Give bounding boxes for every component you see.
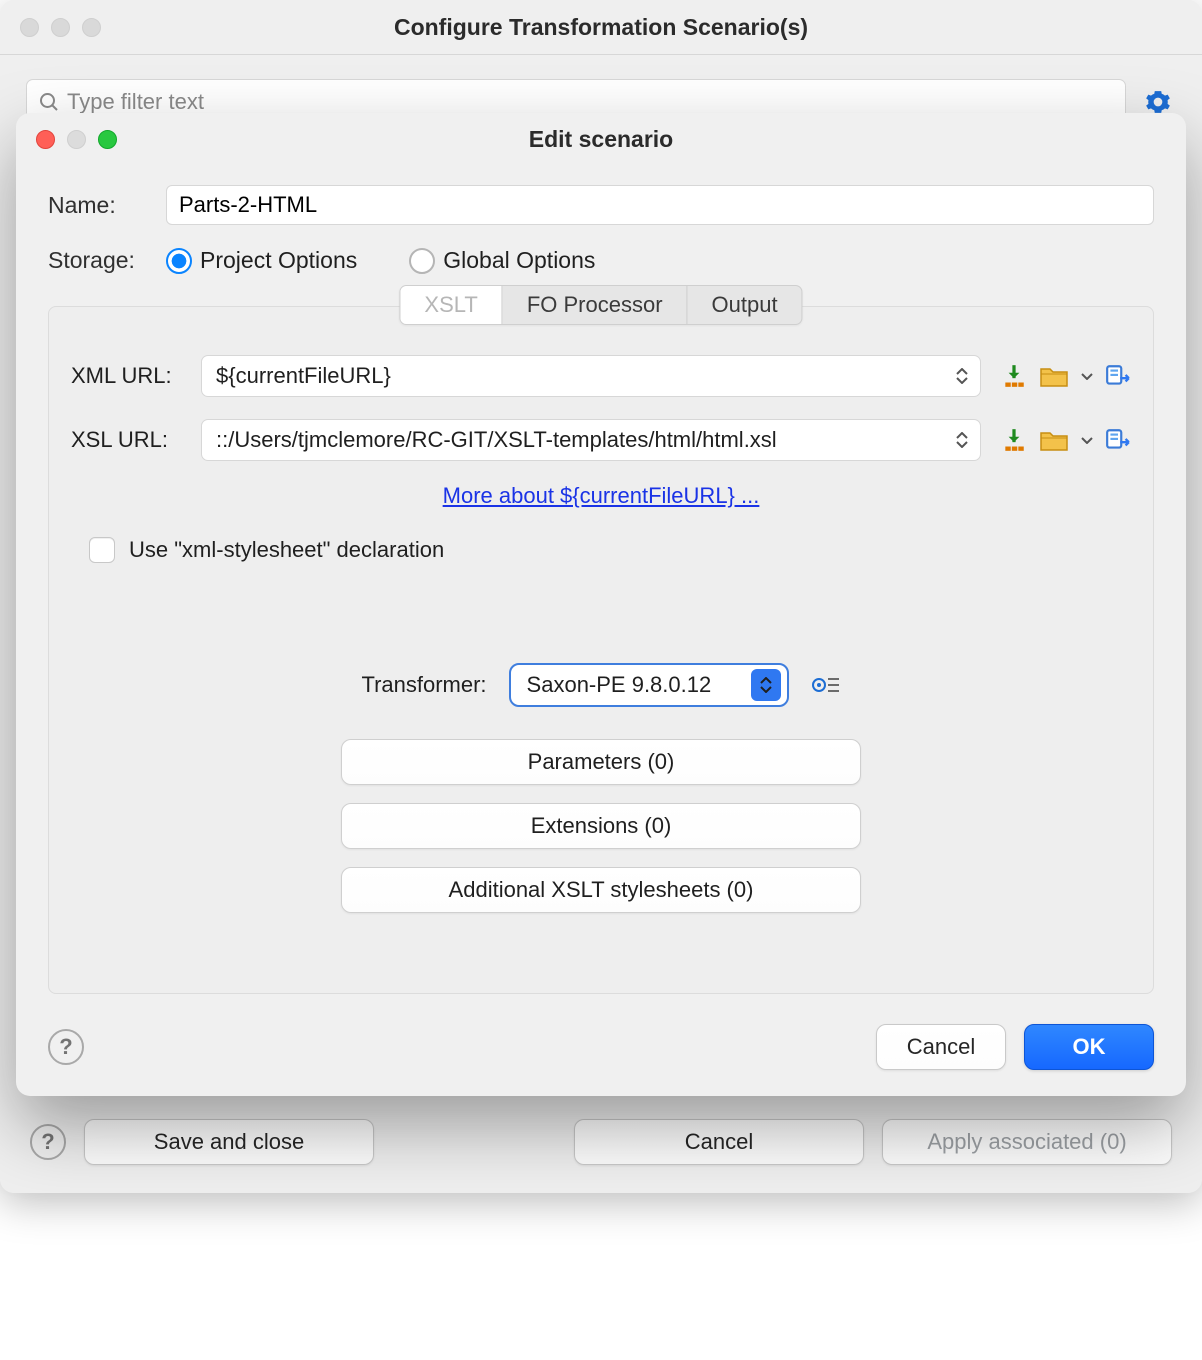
chevron-down-icon[interactable]	[1081, 436, 1093, 444]
radio-global-label: Global Options	[443, 247, 595, 274]
xml-url-label: XML URL:	[71, 363, 181, 389]
combo-stepper-icon[interactable]	[952, 426, 972, 454]
edit-scenario-dialog: Edit scenario Name: Storage: Project Opt…	[16, 113, 1186, 1096]
radio-project-label: Project Options	[200, 247, 357, 274]
folder-icon[interactable]	[1039, 428, 1069, 452]
storage-global-radio[interactable]: Global Options	[409, 247, 595, 274]
gear-icon	[1145, 89, 1171, 115]
more-about-link[interactable]: More about ${currentFileURL} ...	[443, 483, 760, 508]
folder-icon[interactable]	[1039, 364, 1069, 388]
ok-button[interactable]: OK	[1024, 1024, 1154, 1070]
advanced-options-icon[interactable]	[811, 674, 841, 696]
xslt-panel: XSLT FO Processor Output XML URL: ${curr…	[48, 306, 1154, 994]
transformer-value: Saxon-PE 9.8.0.12	[527, 672, 712, 698]
outer-titlebar: Configure Transformation Scenario(s)	[0, 0, 1202, 55]
radio-unselected-icon	[409, 248, 435, 274]
dialog-footer: ? Cancel OK	[48, 1024, 1154, 1070]
additional-stylesheets-button[interactable]: Additional XSLT stylesheets (0)	[341, 867, 861, 913]
chevron-down-icon[interactable]	[1081, 372, 1093, 380]
extensions-button[interactable]: Extensions (0)	[341, 803, 861, 849]
cancel-button[interactable]: Cancel	[876, 1024, 1006, 1070]
open-in-editor-icon[interactable]	[1105, 363, 1131, 389]
xsl-url-input[interactable]: ::/Users/tjmclemore/RC-GIT/XSLT-template…	[201, 419, 981, 461]
tab-output[interactable]: Output	[688, 286, 802, 324]
xml-url-input[interactable]: ${currentFileURL}	[201, 355, 981, 397]
transformer-select[interactable]: Saxon-PE 9.8.0.12	[509, 663, 789, 707]
radio-selected-icon	[166, 248, 192, 274]
xml-url-value: ${currentFileURL}	[216, 363, 952, 389]
tab-fo-processor[interactable]: FO Processor	[503, 286, 688, 324]
search-icon	[37, 90, 61, 114]
apply-associated-button[interactable]: Apply associated (0)	[882, 1119, 1172, 1165]
parameters-button[interactable]: Parameters (0)	[341, 739, 861, 785]
storage-project-radio[interactable]: Project Options	[166, 247, 357, 274]
combo-stepper-icon[interactable]	[952, 362, 972, 390]
open-in-editor-icon[interactable]	[1105, 427, 1131, 453]
tab-xslt[interactable]: XSLT	[400, 286, 502, 324]
xsl-url-label: XSL URL:	[71, 427, 181, 453]
outer-window-title: Configure Transformation Scenario(s)	[0, 14, 1202, 41]
select-arrow-icon	[751, 669, 781, 701]
use-xml-stylesheet-label: Use "xml-stylesheet" declaration	[129, 537, 444, 563]
name-label: Name:	[48, 192, 148, 219]
insert-variables-icon[interactable]	[1001, 363, 1027, 389]
outer-cancel-button[interactable]: Cancel	[574, 1119, 864, 1165]
name-input[interactable]	[166, 185, 1154, 225]
xsl-url-value: ::/Users/tjmclemore/RC-GIT/XSLT-template…	[216, 427, 952, 453]
tab-bar: XSLT FO Processor Output	[399, 285, 802, 325]
transformer-label: Transformer:	[361, 672, 486, 698]
dialog-titlebar: Edit scenario	[16, 113, 1186, 165]
help-button[interactable]: ?	[30, 1124, 66, 1160]
help-button[interactable]: ?	[48, 1029, 84, 1065]
save-and-close-button[interactable]: Save and close	[84, 1119, 374, 1165]
insert-variables-icon[interactable]	[1001, 427, 1027, 453]
use-xml-stylesheet-checkbox[interactable]	[89, 537, 115, 563]
dialog-title: Edit scenario	[16, 126, 1186, 153]
filter-placeholder: Type filter text	[67, 89, 204, 115]
storage-label: Storage:	[48, 247, 148, 274]
outer-footer: ? Save and close Cancel Apply associated…	[26, 1119, 1176, 1165]
